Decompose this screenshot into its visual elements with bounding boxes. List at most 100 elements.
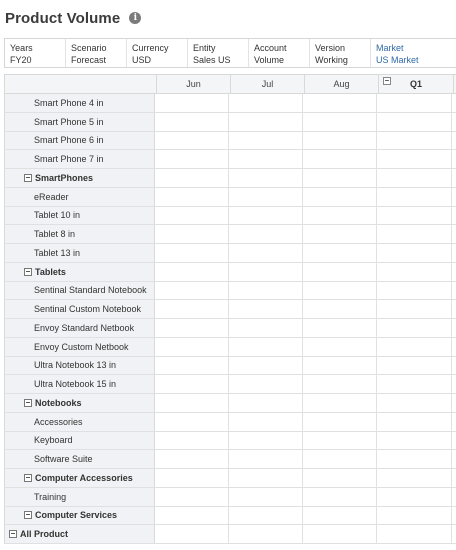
data-cell[interactable] <box>377 506 452 525</box>
row-header[interactable]: Accessories <box>4 412 155 431</box>
data-cell[interactable] <box>229 262 303 281</box>
data-cell[interactable] <box>377 319 452 337</box>
data-cell[interactable] <box>377 300 452 318</box>
row-header[interactable]: All Product <box>4 525 155 543</box>
pov-currency[interactable]: Currency USD <box>127 39 188 67</box>
row-header[interactable]: Smart Phone 4 in <box>4 94 155 112</box>
data-cell[interactable] <box>303 450 377 468</box>
data-cell[interactable] <box>155 300 229 318</box>
data-cell[interactable] <box>377 131 452 150</box>
data-cell[interactable] <box>377 244 452 262</box>
collapse-icon[interactable] <box>9 530 17 539</box>
data-cell[interactable] <box>377 150 452 168</box>
data-cell[interactable] <box>155 206 229 225</box>
data-cell[interactable] <box>303 337 377 356</box>
data-cell[interactable] <box>155 187 229 206</box>
data-cell[interactable] <box>303 131 377 150</box>
row-header[interactable]: Ultra Notebook 13 in <box>4 356 155 375</box>
data-cell[interactable] <box>155 281 229 300</box>
row-header[interactable]: Software Suite <box>4 450 155 468</box>
row-header[interactable]: SmartPhones <box>4 169 155 187</box>
data-cell[interactable] <box>303 94 377 112</box>
data-cell[interactable] <box>229 300 303 318</box>
pov-version[interactable]: Version Working <box>310 39 371 67</box>
data-cell[interactable] <box>229 394 303 412</box>
data-cell[interactable] <box>303 169 377 187</box>
data-cell[interactable] <box>155 356 229 375</box>
data-cell[interactable] <box>155 431 229 450</box>
row-header[interactable]: Training <box>4 487 155 506</box>
data-cell[interactable] <box>377 262 452 281</box>
row-header[interactable]: Keyboard <box>4 431 155 450</box>
data-cell[interactable] <box>377 337 452 356</box>
data-cell[interactable] <box>303 487 377 506</box>
data-cell[interactable] <box>155 412 229 431</box>
data-cell[interactable] <box>229 225 303 243</box>
data-cell[interactable] <box>303 150 377 168</box>
data-cell[interactable] <box>377 206 452 225</box>
data-cell[interactable] <box>377 525 452 543</box>
data-cell[interactable] <box>155 112 229 131</box>
data-cell[interactable] <box>229 450 303 468</box>
collapse-icon[interactable] <box>383 77 391 85</box>
data-cell[interactable] <box>303 356 377 375</box>
column-header-jul[interactable]: Jul <box>231 75 305 93</box>
data-cell[interactable] <box>303 281 377 300</box>
data-cell[interactable] <box>155 244 229 262</box>
data-cell[interactable] <box>155 469 229 487</box>
data-cell[interactable] <box>377 487 452 506</box>
pov-years[interactable]: Years FY20 <box>5 39 66 67</box>
row-header[interactable]: Tablets <box>4 262 155 281</box>
pov-account[interactable]: Account Volume <box>249 39 310 67</box>
info-icon[interactable]: i <box>129 12 142 24</box>
row-header[interactable]: Tablet 13 in <box>4 244 155 262</box>
data-cell[interactable] <box>303 394 377 412</box>
data-cell[interactable] <box>303 506 377 525</box>
data-cell[interactable] <box>303 225 377 243</box>
data-cell[interactable] <box>155 94 229 112</box>
data-cell[interactable] <box>377 412 452 431</box>
data-cell[interactable] <box>377 225 452 243</box>
data-cell[interactable] <box>155 394 229 412</box>
data-cell[interactable] <box>377 431 452 450</box>
data-cell[interactable] <box>229 356 303 375</box>
data-cell[interactable] <box>303 187 377 206</box>
row-header[interactable]: Smart Phone 7 in <box>4 150 155 168</box>
data-cell[interactable] <box>303 431 377 450</box>
data-cell[interactable] <box>229 319 303 337</box>
column-header-aug[interactable]: Aug <box>305 75 379 93</box>
data-cell[interactable] <box>377 94 452 112</box>
data-cell[interactable] <box>229 187 303 206</box>
data-cell[interactable] <box>377 469 452 487</box>
data-cell[interactable] <box>155 131 229 150</box>
data-cell[interactable] <box>155 225 229 243</box>
data-cell[interactable] <box>303 206 377 225</box>
row-header[interactable]: Computer Services <box>4 506 155 525</box>
data-cell[interactable] <box>155 337 229 356</box>
collapse-icon[interactable] <box>24 173 32 182</box>
data-cell[interactable] <box>303 300 377 318</box>
data-cell[interactable] <box>229 375 303 393</box>
row-header[interactable]: Smart Phone 6 in <box>4 131 155 150</box>
data-cell[interactable] <box>377 356 452 375</box>
data-cell[interactable] <box>303 375 377 393</box>
data-cell[interactable] <box>303 262 377 281</box>
data-cell[interactable] <box>229 412 303 431</box>
data-cell[interactable] <box>377 450 452 468</box>
data-cell[interactable] <box>377 112 452 131</box>
data-cell[interactable] <box>377 394 452 412</box>
row-header[interactable]: Envoy Custom Netbook <box>4 337 155 356</box>
data-cell[interactable] <box>229 206 303 225</box>
data-cell[interactable] <box>303 469 377 487</box>
data-cell[interactable] <box>155 450 229 468</box>
column-header-q1[interactable]: Q1 <box>379 75 454 93</box>
collapse-icon[interactable] <box>24 398 32 407</box>
data-cell[interactable] <box>229 281 303 300</box>
data-cell[interactable] <box>377 375 452 393</box>
row-header[interactable]: eReader <box>4 187 155 206</box>
data-cell[interactable] <box>155 319 229 337</box>
data-cell[interactable] <box>155 487 229 506</box>
data-cell[interactable] <box>229 525 303 543</box>
data-cell[interactable] <box>229 244 303 262</box>
data-cell[interactable] <box>155 375 229 393</box>
